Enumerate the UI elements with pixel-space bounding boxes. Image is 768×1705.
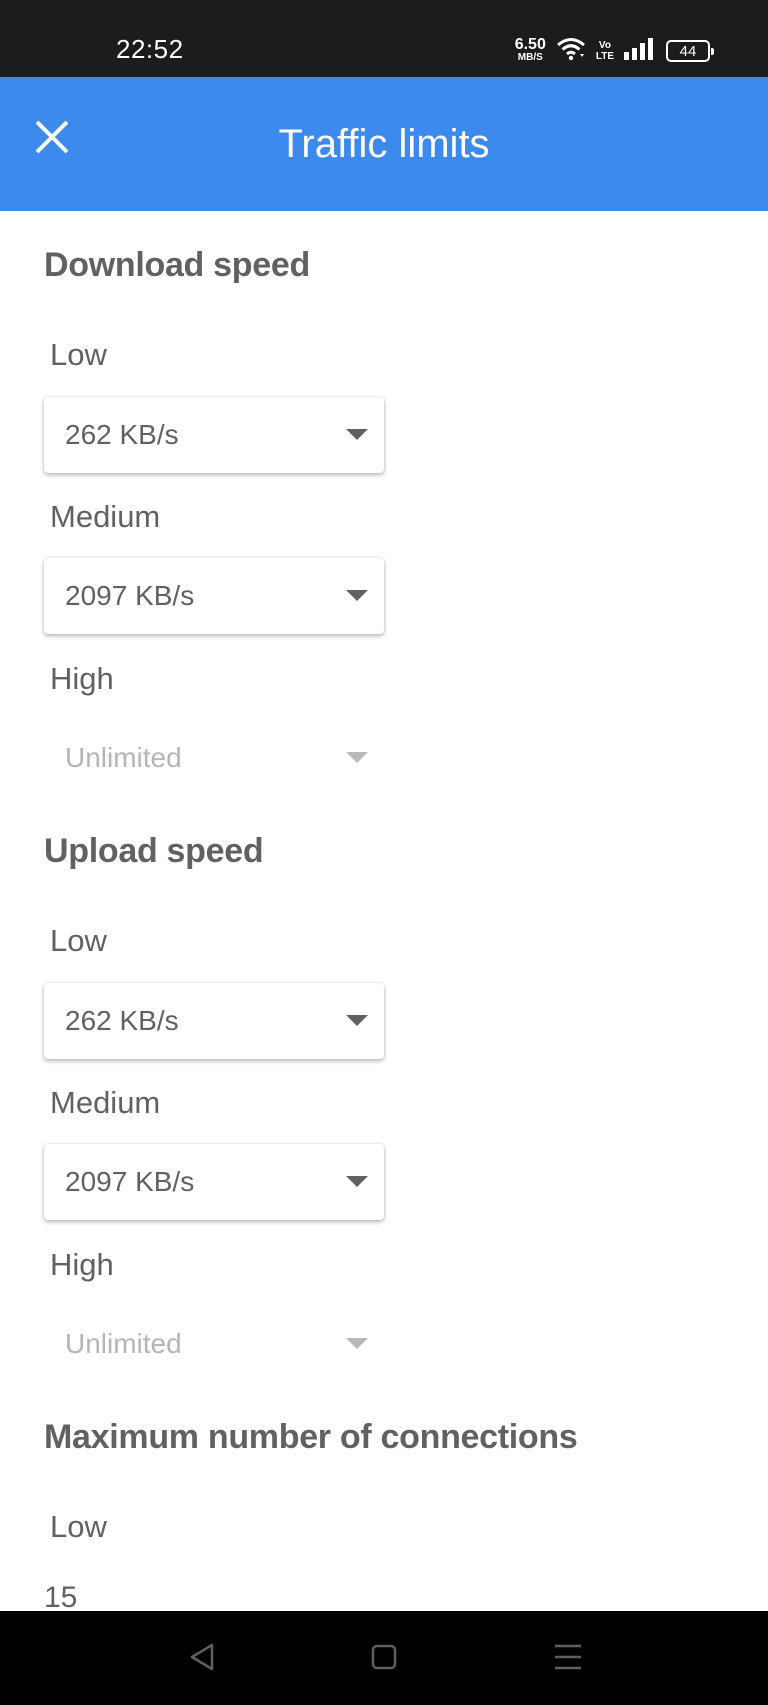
dropdown-value: 2097 KB/s [65,1166,195,1197]
back-button[interactable] [184,1641,220,1677]
battery-icon: 44 [666,40,714,62]
download-high-dropdown: Unlimited [44,720,384,796]
upload-high-label: High [50,1247,114,1282]
recents-button[interactable] [550,1641,586,1677]
upload-low-label: Low [50,923,107,958]
network-speed-unit: MB/S [517,52,543,63]
download-medium-label: Medium [50,499,161,534]
home-button[interactable] [366,1641,402,1677]
max-connections-heading: Maximum number of connections [44,1418,578,1456]
app-bar: Traffic limits [0,77,768,211]
traffic-limits-form: Download speed Low 262 KB/s Medium 2097 … [0,211,768,1614]
dropdown-value: 262 KB/s [65,419,179,450]
dropdown-arrow-icon [346,752,368,763]
home-icon [370,1643,398,1676]
signal-icon [624,37,656,65]
status-time: 22:52 [116,34,184,64]
connections-low-label: Low [50,1509,107,1544]
upload-medium-dropdown[interactable]: 2097 KB/s [44,1144,384,1220]
network-speed: 6.50 MB/S [514,36,546,64]
dropdown-value: 2097 KB/s [65,580,195,611]
dropdown-arrow-icon [346,1015,368,1026]
upload-high-dropdown: Unlimited [44,1306,384,1382]
dropdown-arrow-icon [346,429,368,440]
page-title: Traffic limits [278,122,490,166]
battery-level: 44 [679,42,697,60]
download-high-label: High [50,661,114,696]
menu-icon [553,1643,583,1676]
back-icon [188,1642,216,1677]
volte-indicator: Vo LTE [595,40,614,62]
network-speed-value: 6.50 [514,36,546,53]
status-bar: 22:52 6.50 MB/S Vo LTE 44 [0,0,768,77]
dropdown-arrow-icon [346,590,368,601]
download-low-label: Low [50,337,107,372]
status-icons: 6.50 MB/S Vo LTE 44 [514,36,714,66]
dropdown-value: 262 KB/s [65,1005,179,1036]
dropdown-value: Unlimited [65,1328,182,1359]
download-speed-heading: Download speed [44,246,310,284]
connections-low-value[interactable]: 15 [44,1581,77,1615]
wifi-icon [556,37,586,66]
upload-speed-heading: Upload speed [44,832,264,870]
download-medium-dropdown[interactable]: 2097 KB/s [44,558,384,634]
navigation-bar [0,1611,768,1705]
dropdown-arrow-icon [346,1176,368,1187]
download-low-dropdown[interactable]: 262 KB/s [44,397,384,473]
dropdown-value: Unlimited [65,742,182,773]
upload-low-dropdown[interactable]: 262 KB/s [44,983,384,1059]
upload-medium-label: Medium [50,1085,161,1120]
dropdown-arrow-icon [346,1338,368,1349]
